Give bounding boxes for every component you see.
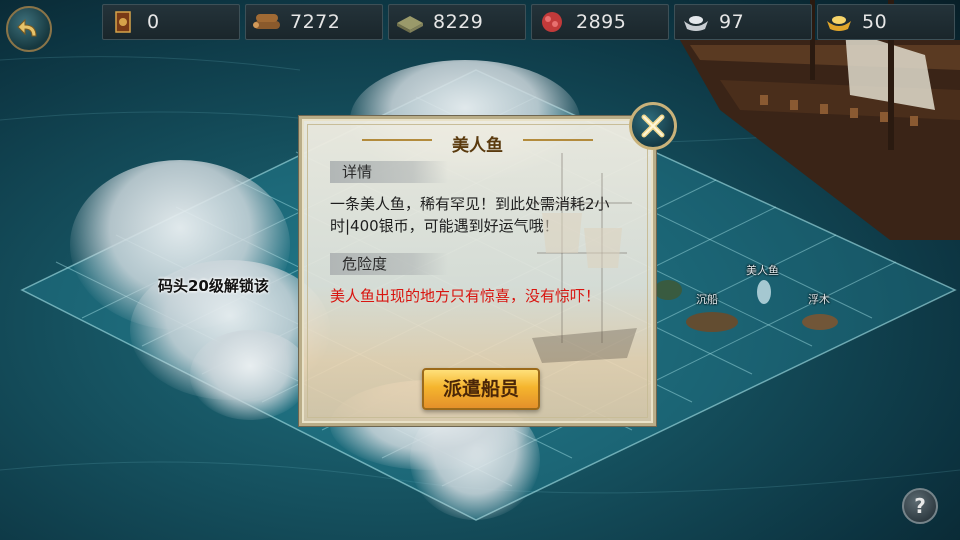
close-button[interactable]: [629, 102, 677, 150]
close-icon: [641, 114, 665, 138]
danger-level-label: 危险度: [330, 253, 448, 275]
medal-icon: [109, 10, 137, 34]
ship-illustration: [532, 153, 637, 363]
map-spot-driftwood[interactable]: 浮木: [808, 291, 830, 307]
resource-medal: 0: [102, 4, 240, 40]
cloud: [190, 330, 310, 420]
back-button[interactable]: [6, 6, 52, 52]
details-label: 详情: [330, 161, 448, 183]
resource-silver: 97: [674, 4, 812, 40]
map-spot-mermaid[interactable]: 美人鱼: [746, 262, 779, 278]
back-arrow-icon: [17, 18, 37, 37]
meat-icon: [538, 10, 566, 34]
resource-stone: 8229: [388, 4, 526, 40]
event-dialog: 美人鱼 详情 一条美人鱼，稀有罕见！到此处需消耗2小时|400银币，可能遇到好运…: [299, 116, 656, 426]
stone-icon: [395, 10, 423, 34]
help-button[interactable]: ?: [902, 488, 938, 524]
gold-ingot-icon: [824, 10, 852, 34]
map-spot-shipwreck[interactable]: 沉船: [696, 291, 718, 307]
resource-bar: 0 7272 8229 2895 97 50: [102, 4, 960, 40]
wood-icon: [252, 10, 280, 34]
unlock-requirement-label: 码头20级解锁该: [158, 277, 269, 295]
silver-ingot-icon: [681, 10, 709, 34]
resource-gold: 50: [817, 4, 955, 40]
resource-meat: 2895: [531, 4, 669, 40]
resource-wood: 7272: [245, 4, 383, 40]
dispatch-crew-button[interactable]: 派遣船员: [422, 368, 540, 410]
